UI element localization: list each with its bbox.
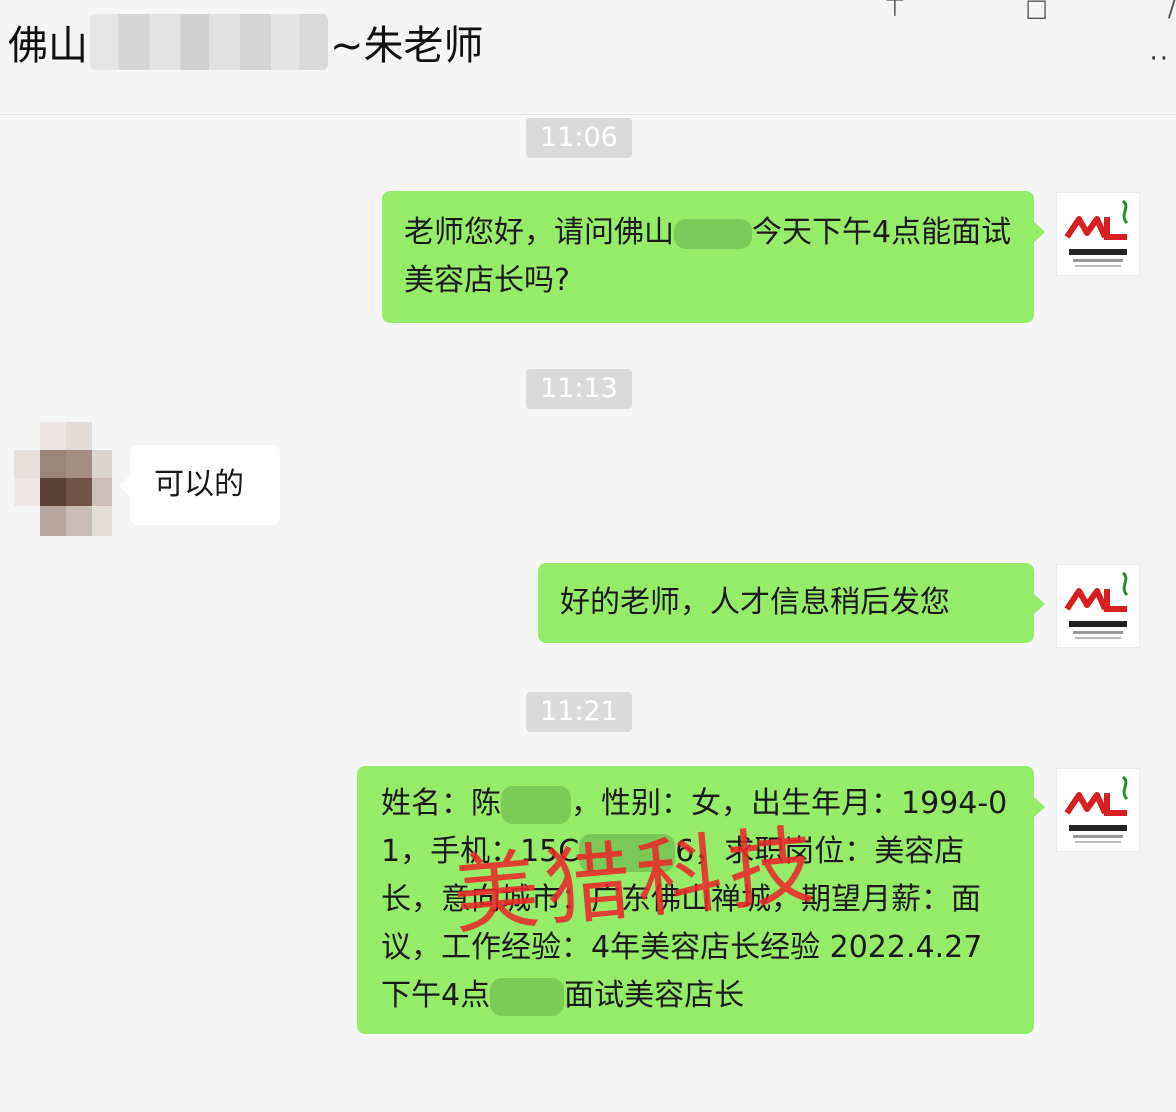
maximize-icon[interactable]: □: [1025, 0, 1048, 22]
avatar-contact[interactable]: [10, 420, 118, 540]
message-bubble-outgoing[interactable]: 好的老师，人才信息稍后发您: [538, 563, 1045, 643]
timestamp: 11:06: [526, 118, 632, 158]
chat-title: 佛山 ~朱老师: [8, 14, 484, 70]
ml-logo-icon: [1064, 775, 1129, 843]
close-icon[interactable]: /: [1168, 0, 1176, 22]
blurred-avatar-icon: [10, 420, 118, 540]
pin-icon[interactable]: ⊤: [884, 0, 905, 22]
avatar-self[interactable]: [1056, 564, 1140, 648]
message-text: 可以的: [154, 467, 244, 502]
message-text: 好的老师，人才信息稍后发您: [560, 585, 950, 620]
window-controls: ⊤ □ /: [884, 0, 1176, 22]
message-text: 姓名：陈: [381, 786, 501, 821]
timestamp: 11:21: [526, 692, 632, 732]
chat-title-prefix: 佛山: [8, 23, 88, 69]
ml-logo-icon: [1064, 571, 1129, 639]
more-options-button[interactable]: ··: [1149, 44, 1170, 74]
redacted-mosaic: [490, 977, 565, 1016]
avatar-self[interactable]: [1056, 192, 1140, 276]
avatar-self[interactable]: [1056, 768, 1140, 852]
message-text: 面试美容店长: [564, 978, 745, 1013]
message-bubble-outgoing[interactable]: 老师您好，请问佛山 今天下午4点能面试美容店长吗?: [382, 191, 1045, 323]
redacted-name-blur: [90, 14, 328, 70]
redacted-mosaic: [674, 218, 752, 249]
ml-logo-icon: [1064, 199, 1129, 267]
message-text: 老师您好，请问佛山: [404, 215, 674, 250]
message-bubble-incoming[interactable]: 可以的: [119, 445, 280, 525]
chat-title-suffix: ~朱老师: [330, 23, 484, 69]
timestamp: 11:13: [526, 369, 632, 409]
chat-header: 佛山 ~朱老师 ⊤ □ / ··: [0, 0, 1176, 115]
